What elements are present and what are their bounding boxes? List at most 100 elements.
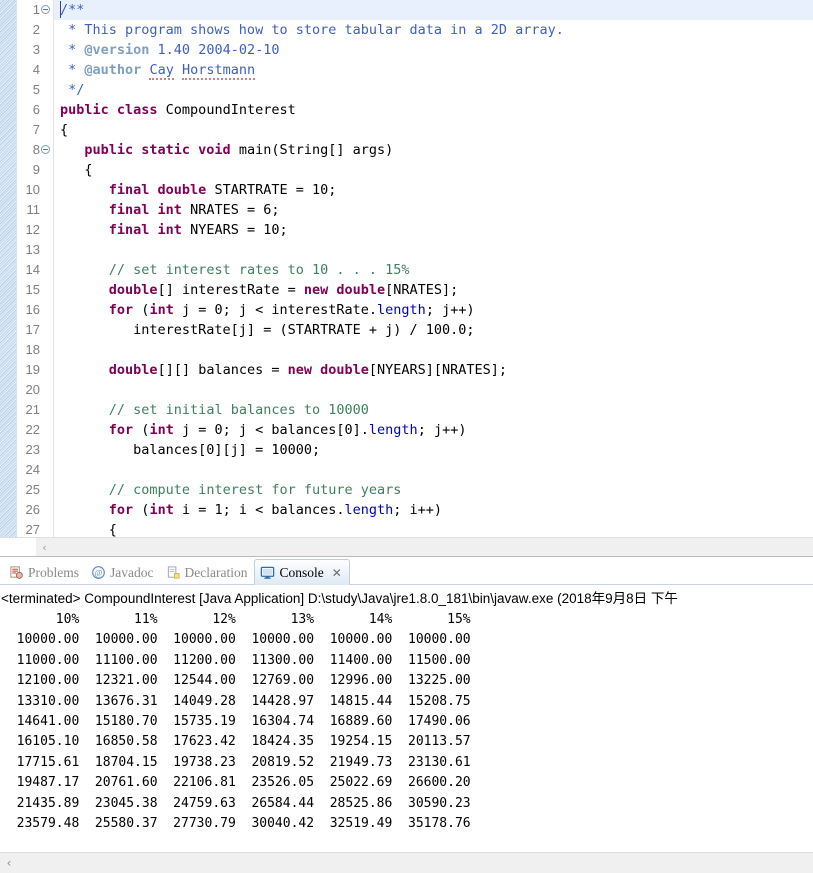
code-token: * (60, 62, 85, 78)
code-line[interactable]: /** (54, 0, 813, 20)
code-text-area[interactable]: /** * This program shows how to store ta… (54, 0, 813, 537)
code-line[interactable]: double[] interestRate = new double[NRATE… (54, 280, 813, 300)
code-line[interactable]: for (int j = 0; j < interestRate.length;… (54, 300, 813, 320)
code-token: final int (108, 222, 182, 238)
code-token: interestRate[j] = (STARTRATE + j) / 100.… (60, 322, 475, 338)
tab-declaration[interactable]: Declaration (161, 560, 255, 585)
code-line[interactable]: public class CompoundInterest (54, 100, 813, 120)
line-number: 16 (25, 302, 40, 317)
tab-label: Problems (28, 564, 80, 580)
code-token: { (60, 162, 93, 178)
code-token: */ (60, 82, 85, 98)
code-line[interactable]: for (int j = 0; j < balances[0].length; … (54, 420, 813, 440)
code-token: final int (108, 202, 182, 218)
code-token: [NYEARS][NRATES]; (368, 362, 508, 378)
line-number: 19 (25, 362, 40, 377)
code-token: @version (84, 42, 150, 58)
line-number: 21 (25, 402, 40, 417)
code-line[interactable]: // compute interest for future years (54, 480, 813, 500)
code-line[interactable]: public static void main(String[] args) (54, 140, 813, 160)
line-number-gutter[interactable]: 1 2 3 4 5 6 7 8 9 10 11 12 13 14 15 16 17 18 19 20 21 22 23 24 2… (17, 0, 54, 537)
code-token: main(String[] args) (230, 142, 394, 158)
console-horizontal-scrollbar[interactable]: ‹ (0, 852, 813, 873)
fold-collapse-icon[interactable] (41, 0, 52, 20)
code-token: double (108, 362, 158, 378)
line-number: 8 (32, 142, 40, 157)
code-line[interactable]: { (54, 120, 813, 140)
line-number: 11 (26, 202, 41, 217)
code-token: int (149, 302, 174, 318)
tab-javadoc[interactable]: @ Javadoc (86, 560, 160, 585)
code-line[interactable]: for (int i = 1; i < balances.length; i++… (54, 500, 813, 520)
console-view[interactable]: <terminated> CompoundInterest [Java Appl… (0, 585, 813, 852)
line-number: 6 (32, 102, 40, 117)
code-line[interactable] (54, 380, 813, 400)
code-token: { (60, 122, 69, 138)
code-line[interactable]: { (54, 160, 813, 180)
problems-icon (9, 565, 24, 580)
editor-marker-bar[interactable] (0, 0, 17, 537)
code-line[interactable]: balances[0][j] = 10000; (54, 440, 813, 460)
code-line[interactable]: final double STARTRATE = 10; (54, 180, 813, 200)
code-line[interactable]: // set interest rates to 10 . . . 15% (54, 260, 813, 280)
eclipse-ide-window: 1 2 3 4 5 6 7 8 9 10 11 12 13 14 15 16 17 18 19 20 21 22 23 24 2… (0, 0, 813, 873)
declaration-icon (166, 565, 181, 580)
code-token: for (108, 302, 134, 318)
code-line[interactable]: { (54, 520, 813, 537)
code-line[interactable]: // set initial balances to 10000 (54, 400, 813, 420)
line-number: 12 (25, 222, 40, 237)
code-token: // set interest rates to 10 . . . 15% (108, 262, 410, 278)
editor-scroll-track[interactable] (53, 538, 813, 556)
code-line[interactable] (54, 340, 813, 360)
javadoc-icon: @ (91, 565, 106, 580)
line-number: 13 (25, 242, 40, 257)
close-icon[interactable]: ✕ (332, 566, 342, 580)
code-token: @author (84, 62, 142, 78)
code-line[interactable]: * @version 1.40 2004-02-10 (54, 40, 813, 60)
code-token: for (108, 422, 134, 438)
java-source-editor[interactable]: 1 2 3 4 5 6 7 8 9 10 11 12 13 14 15 16 17 18 19 20 21 22 23 24 2… (0, 0, 813, 537)
console-scroll-left-arrow-icon[interactable]: ‹ (0, 854, 18, 872)
view-tab-bar[interactable]: Problems @ Javadoc Declaration Console ✕ (0, 557, 813, 585)
text-caret (60, 1, 61, 18)
code-line[interactable]: final int NYEARS = 10; (54, 220, 813, 240)
tab-label: Javadoc (110, 564, 154, 580)
code-token: STARTRATE = 10; (206, 182, 337, 198)
tab-problems[interactable]: Problems (4, 560, 86, 585)
line-number: 14 (25, 262, 40, 277)
code-line[interactable] (54, 460, 813, 480)
code-line[interactable] (54, 240, 813, 260)
code-line[interactable]: interestRate[j] = (STARTRATE + j) / 100.… (54, 320, 813, 340)
code-line[interactable]: * @author Cay Horstmann (54, 60, 813, 80)
scroll-left-arrow-icon[interactable]: ‹ (36, 539, 53, 556)
code-line[interactable]: double[][] balances = new double[NYEARS]… (54, 360, 813, 380)
code-token: { (60, 522, 117, 537)
code-line[interactable]: */ (54, 80, 813, 100)
code-token: j = 0; j < interestRate. (173, 302, 378, 318)
line-number: 4 (32, 62, 40, 77)
line-number: 5 (32, 82, 40, 97)
line-number: 17 (25, 322, 40, 337)
code-token: /** (60, 2, 85, 18)
line-number: 18 (25, 342, 40, 357)
code-line[interactable]: * This program shows how to store tabula… (54, 20, 813, 40)
code-token: // compute interest for future years (108, 482, 402, 498)
code-token: ( (133, 302, 150, 318)
code-token: public static void (84, 142, 231, 158)
editor-horizontal-scrollbar[interactable]: ‹ (0, 537, 813, 556)
code-token: i = 1; i < balances. (173, 502, 345, 518)
code-token: ; j++) (425, 302, 475, 318)
line-number: 22 (25, 422, 40, 437)
svg-text:@: @ (95, 568, 103, 578)
code-line[interactable]: final int NRATES = 6; (54, 200, 813, 220)
code-token: [] interestRate = (157, 282, 304, 298)
tab-console[interactable]: Console ✕ (254, 559, 350, 585)
code-token: [][] balances = (157, 362, 288, 378)
fold-collapse-icon[interactable] (41, 140, 52, 160)
